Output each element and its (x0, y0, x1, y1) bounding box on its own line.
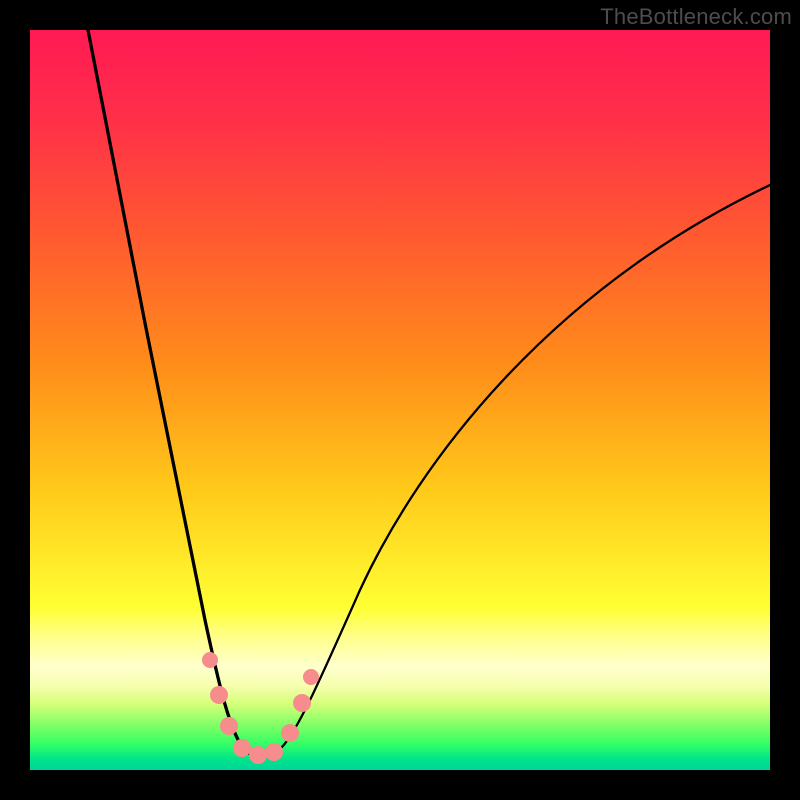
data-marker (293, 694, 311, 712)
data-marker (233, 739, 251, 757)
plot-area (30, 30, 770, 770)
data-marker (249, 746, 267, 764)
watermark-text: TheBottleneck.com (600, 4, 792, 30)
data-marker (265, 743, 283, 761)
gradient-background (30, 30, 770, 770)
chart-frame: TheBottleneck.com (0, 0, 800, 800)
data-marker (303, 669, 319, 685)
bottleneck-chart (30, 30, 770, 770)
data-marker (202, 652, 218, 668)
data-marker (210, 686, 228, 704)
data-marker (220, 717, 238, 735)
data-marker (281, 724, 299, 742)
